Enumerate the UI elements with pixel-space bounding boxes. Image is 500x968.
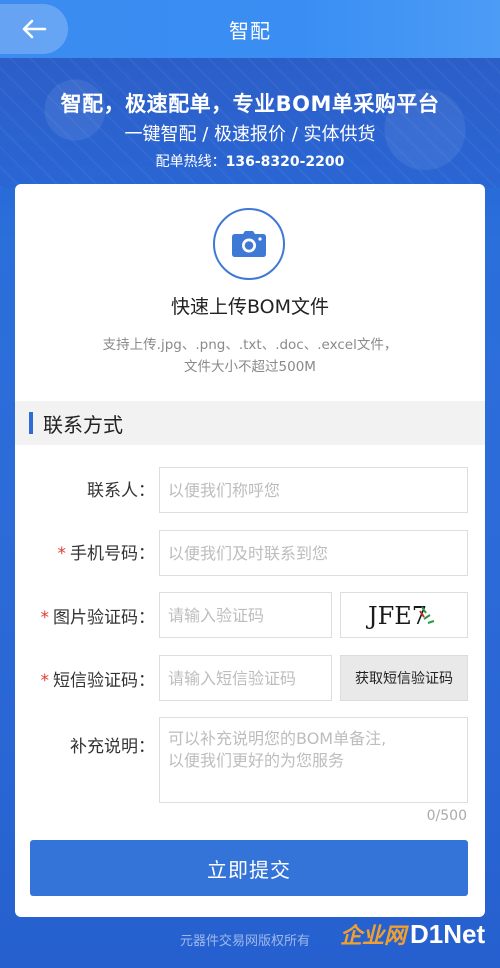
camera-icon — [232, 231, 266, 257]
upload-hint: 支持上传.jpg、.png、.txt、.doc、.excel文件， 文件大小不超… — [15, 334, 485, 378]
page-title: 智配 — [229, 19, 271, 43]
watermark-logo: 企业网 D1Net — [340, 918, 485, 950]
note-label: 补充说明： — [70, 732, 155, 757]
captcha-input[interactable] — [159, 592, 332, 638]
hotline-label: 配单热线： — [155, 154, 226, 170]
watermark-text-a: 企业网 — [340, 924, 407, 949]
form-card: 快速上传BOM文件 支持上传.jpg、.png、.txt、.doc、.excel… — [15, 184, 485, 917]
phone-input[interactable] — [159, 530, 468, 576]
section-title: 联系方式 — [43, 412, 123, 437]
sms-label-text: 短信验证码： — [53, 671, 155, 691]
submit-button[interactable]: 立即提交 — [30, 840, 468, 896]
required-mark: * — [57, 544, 67, 564]
captcha-label-text: 图片验证码： — [53, 608, 155, 628]
banner-subslogan: 一键智配 / 极速报价 / 实体供货 — [124, 124, 376, 145]
get-sms-code-button[interactable]: 获取短信验证码 — [340, 655, 468, 701]
section-marker — [29, 412, 33, 434]
required-mark: * — [40, 608, 50, 628]
note-label-text: 补充说明： — [70, 737, 155, 757]
sms-code-input[interactable] — [159, 655, 332, 701]
captcha-label: * 图片验证码： — [41, 603, 156, 628]
captcha-image[interactable]: JFE7 — [340, 592, 468, 638]
footer-copyright: 元器件交易网版权所有 — [180, 934, 311, 949]
required-mark: * — [40, 671, 50, 691]
banner-slogan: 智配，极速配单，专业BOM单采购平台 — [60, 92, 440, 116]
char-counter: 0/500 — [426, 808, 467, 824]
captcha-graphic: JFE7 — [365, 602, 435, 630]
upload-button[interactable] — [213, 208, 285, 280]
name-label-text: 联系人： — [87, 481, 155, 501]
phone-label-text: 手机号码： — [70, 544, 155, 564]
banner: 智配，极速配单，专业BOM单采购平台 一键智配 / 极速报价 / 实体供货 配单… — [0, 58, 500, 188]
upload-hint-line1: 支持上传.jpg、.png、.txt、.doc、.excel文件， — [102, 337, 398, 353]
note-textarea[interactable] — [159, 717, 468, 803]
hotline: 配单热线：136-8320-2200 — [0, 151, 500, 171]
phone-label: * 手机号码： — [58, 539, 156, 564]
top-bar: 智配 — [0, 0, 500, 58]
name-label: 联系人： — [87, 476, 155, 501]
upload-title: 快速上传BOM文件 — [170, 296, 330, 318]
hotline-number[interactable]: 136-8320-2200 — [226, 154, 345, 170]
section-header: 联系方式 — [15, 401, 485, 445]
name-input[interactable] — [159, 467, 468, 513]
upload-hint-line2: 文件大小不超过500M — [184, 359, 316, 375]
sms-label: * 短信验证码： — [41, 666, 156, 691]
captcha-text: JFE7 — [365, 602, 427, 630]
watermark-text-b: D1Net — [410, 918, 486, 949]
